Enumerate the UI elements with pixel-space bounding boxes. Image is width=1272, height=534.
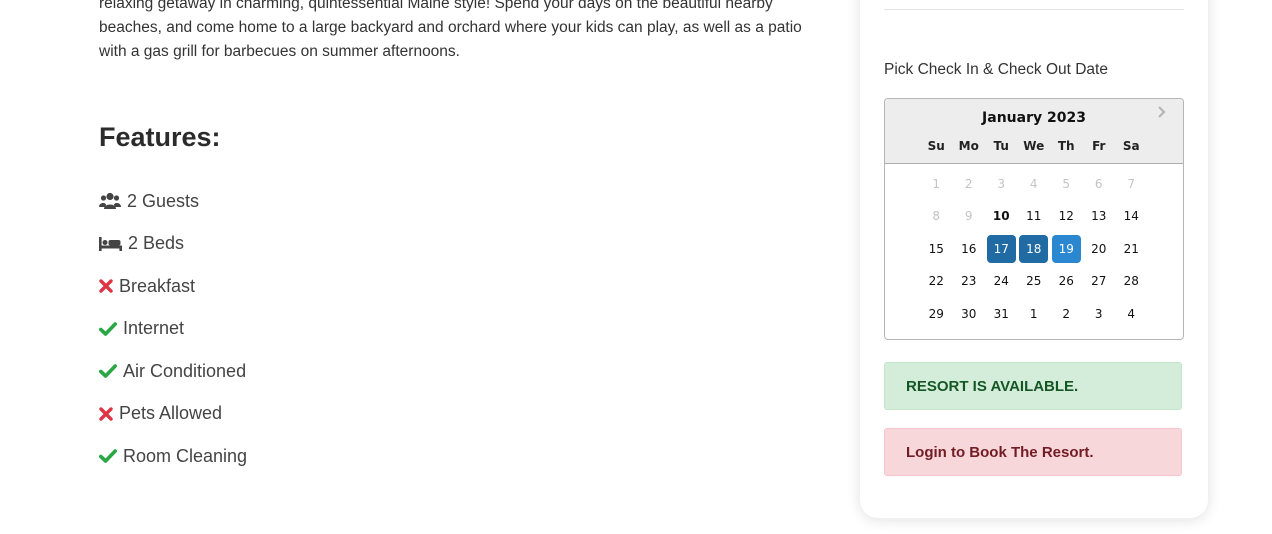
- calendar-week: 15 16 17 18 19 20 21: [920, 234, 1148, 267]
- calendar-day[interactable]: 12: [1052, 202, 1081, 230]
- calendar-day: 2: [964, 177, 973, 191]
- weekday-label: Fr: [1092, 139, 1106, 153]
- feature-beds: 2 Beds: [99, 223, 247, 266]
- feature-breakfast: Breakfast: [99, 265, 247, 308]
- calendar-weekdays: Su Mo Tu We Th Fr Sa: [920, 139, 1148, 153]
- weekday-label: Su: [927, 139, 945, 153]
- calendar-day[interactable]: 20: [1084, 235, 1113, 263]
- calendar-day: 8: [932, 209, 941, 224]
- calendar-week: 22 23 24 25 26 27 28: [920, 267, 1148, 299]
- calendar-day[interactable]: 24: [987, 267, 1016, 295]
- feature-label: Room Cleaning: [123, 445, 248, 466]
- calendar-day[interactable]: 22: [922, 267, 951, 295]
- calendar-day: 6: [1094, 177, 1103, 191]
- weekday-label: Sa: [1122, 139, 1140, 153]
- calendar-day: 1: [932, 177, 941, 191]
- availability-alert: RESORT IS AVAILABLE.: [884, 362, 1182, 410]
- check-icon: [99, 321, 117, 336]
- description-line: relaxing getaway in charming, quintessen…: [99, 0, 773, 12]
- features-list: 2 Guests 2 Beds Breakfast Internet Air C…: [99, 180, 247, 478]
- description-line: with a gas grill for barbecues on summer…: [99, 43, 460, 60]
- calendar-day[interactable]: 31: [987, 300, 1016, 328]
- feature-label: Pets Allowed: [119, 403, 223, 424]
- date-picker-calendar: January 2023 Su Mo Tu We Th Fr Sa 123456…: [884, 98, 1184, 340]
- calendar-days: 1 2 3 4 5 6 7 8 9 10 11 12 13 14 15 16 17 18 19 20 21 22 23 24 2…: [920, 170, 1148, 332]
- cross-icon: [99, 407, 113, 421]
- calendar-day[interactable]: 19: [1051, 234, 1081, 263]
- check-icon: [99, 449, 117, 464]
- calendar-day[interactable]: 27: [1084, 267, 1113, 295]
- weekday-label: We: [1023, 139, 1045, 153]
- feature-air-conditioned: Air Conditioned: [99, 350, 247, 393]
- check-icon: [99, 364, 117, 379]
- feature-label: 2 Guests: [127, 190, 200, 211]
- calendar-day[interactable]: 18: [1019, 234, 1049, 263]
- booking-card: Pick Check In & Check Out Date January 2…: [860, 0, 1208, 518]
- weekday-label: Tu: [993, 139, 1009, 153]
- calendar-day: 7: [1127, 177, 1136, 191]
- feature-label: Internet: [123, 318, 185, 339]
- calendar-day[interactable]: 26: [1052, 267, 1081, 295]
- calendar-day[interactable]: 15: [922, 235, 951, 263]
- features-title: Features:: [99, 122, 221, 152]
- calendar-week: 29 30 31 1 2 3 4: [920, 300, 1148, 332]
- calendar-header: January 2023 Su Mo Tu We Th Fr Sa: [885, 99, 1183, 164]
- feature-label: Air Conditioned: [123, 360, 247, 381]
- calendar-day[interactable]: 2: [1052, 300, 1081, 328]
- calendar-week: 1 2 3 4 5 6 7: [920, 170, 1148, 202]
- weekday-label: Th: [1057, 139, 1075, 153]
- calendar-day: 9: [964, 209, 973, 224]
- calendar-day[interactable]: 16: [954, 235, 983, 263]
- feature-internet: Internet: [99, 308, 247, 351]
- calendar-day[interactable]: 14: [1117, 202, 1146, 230]
- chevron-right-icon: [1158, 106, 1166, 118]
- feature-label: 2 Beds: [128, 233, 185, 254]
- calendar-day[interactable]: 29: [922, 300, 951, 328]
- cross-icon: [99, 279, 113, 293]
- calendar-day[interactable]: 28: [1117, 267, 1146, 295]
- bed-icon: [99, 236, 122, 252]
- calendar-day[interactable]: 3: [1084, 300, 1113, 328]
- calendar-day[interactable]: 11: [1019, 202, 1048, 230]
- calendar-week: 8 9 10 11 12 13 14: [920, 202, 1148, 234]
- feature-room-cleaning: Room Cleaning: [99, 435, 247, 478]
- date-picker-label: Pick Check In & Check Out Date: [884, 61, 1108, 78]
- calendar-month: January 2023: [982, 110, 1086, 126]
- calendar-day[interactable]: 30: [954, 300, 983, 328]
- login-to-book-alert[interactable]: Login to Book The Resort.: [884, 428, 1182, 476]
- calendar-day: 4: [1029, 177, 1038, 191]
- calendar-day[interactable]: 23: [954, 267, 983, 295]
- calendar-day[interactable]: 17: [986, 234, 1016, 263]
- calendar-day[interactable]: 21: [1117, 235, 1146, 263]
- divider: [884, 9, 1184, 10]
- feature-pets-allowed: Pets Allowed: [99, 393, 247, 436]
- feature-guests: 2 Guests: [99, 180, 247, 223]
- calendar-day[interactable]: 1: [1019, 300, 1048, 328]
- calendar-day: 3: [997, 177, 1006, 191]
- calendar-day[interactable]: 4: [1117, 300, 1146, 328]
- next-month-button[interactable]: [1153, 104, 1169, 120]
- calendar-day[interactable]: 13: [1084, 202, 1113, 230]
- calendar-day[interactable]: 10: [987, 202, 1016, 230]
- resort-description: relaxing getaway in charming, quintessen…: [99, 0, 829, 64]
- calendar-day[interactable]: 25: [1019, 267, 1048, 295]
- weekday-label: Mo: [958, 139, 979, 153]
- users-icon: [99, 192, 121, 210]
- description-line: beaches, and come home to a large backya…: [99, 19, 802, 36]
- calendar-day: 5: [1062, 177, 1071, 191]
- feature-label: Breakfast: [119, 275, 196, 296]
